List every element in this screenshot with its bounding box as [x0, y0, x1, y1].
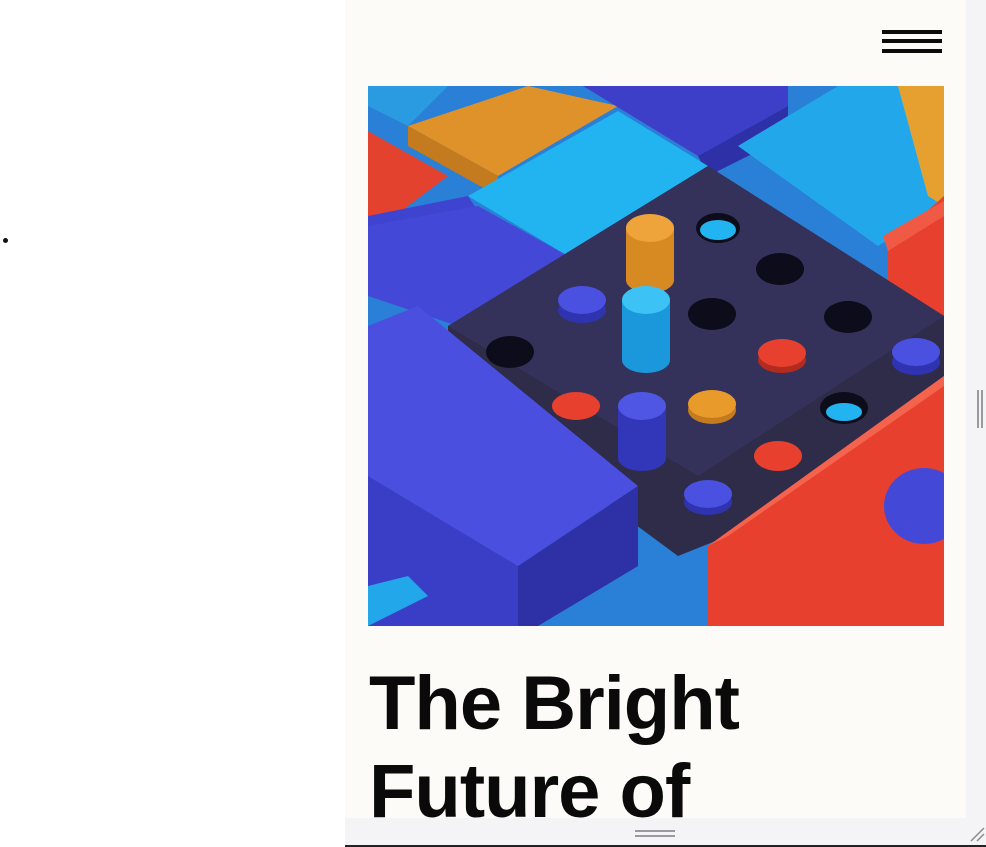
- list-bullet-dot: [3, 238, 8, 243]
- corner-resize-grip-icon[interactable]: [969, 826, 985, 842]
- article-title: The Bright Future of: [369, 661, 740, 818]
- hero-illustration: [368, 86, 944, 626]
- bottom-resize-bar: [345, 818, 986, 847]
- page-root: The Bright Future of: [0, 0, 986, 847]
- vertical-resize-handle-icon[interactable]: [976, 390, 984, 430]
- horizontal-resize-handle-icon[interactable]: [635, 829, 675, 838]
- hero-image: [368, 86, 944, 626]
- preview-frame: The Bright Future of: [345, 0, 966, 818]
- menu-button[interactable]: [881, 28, 943, 58]
